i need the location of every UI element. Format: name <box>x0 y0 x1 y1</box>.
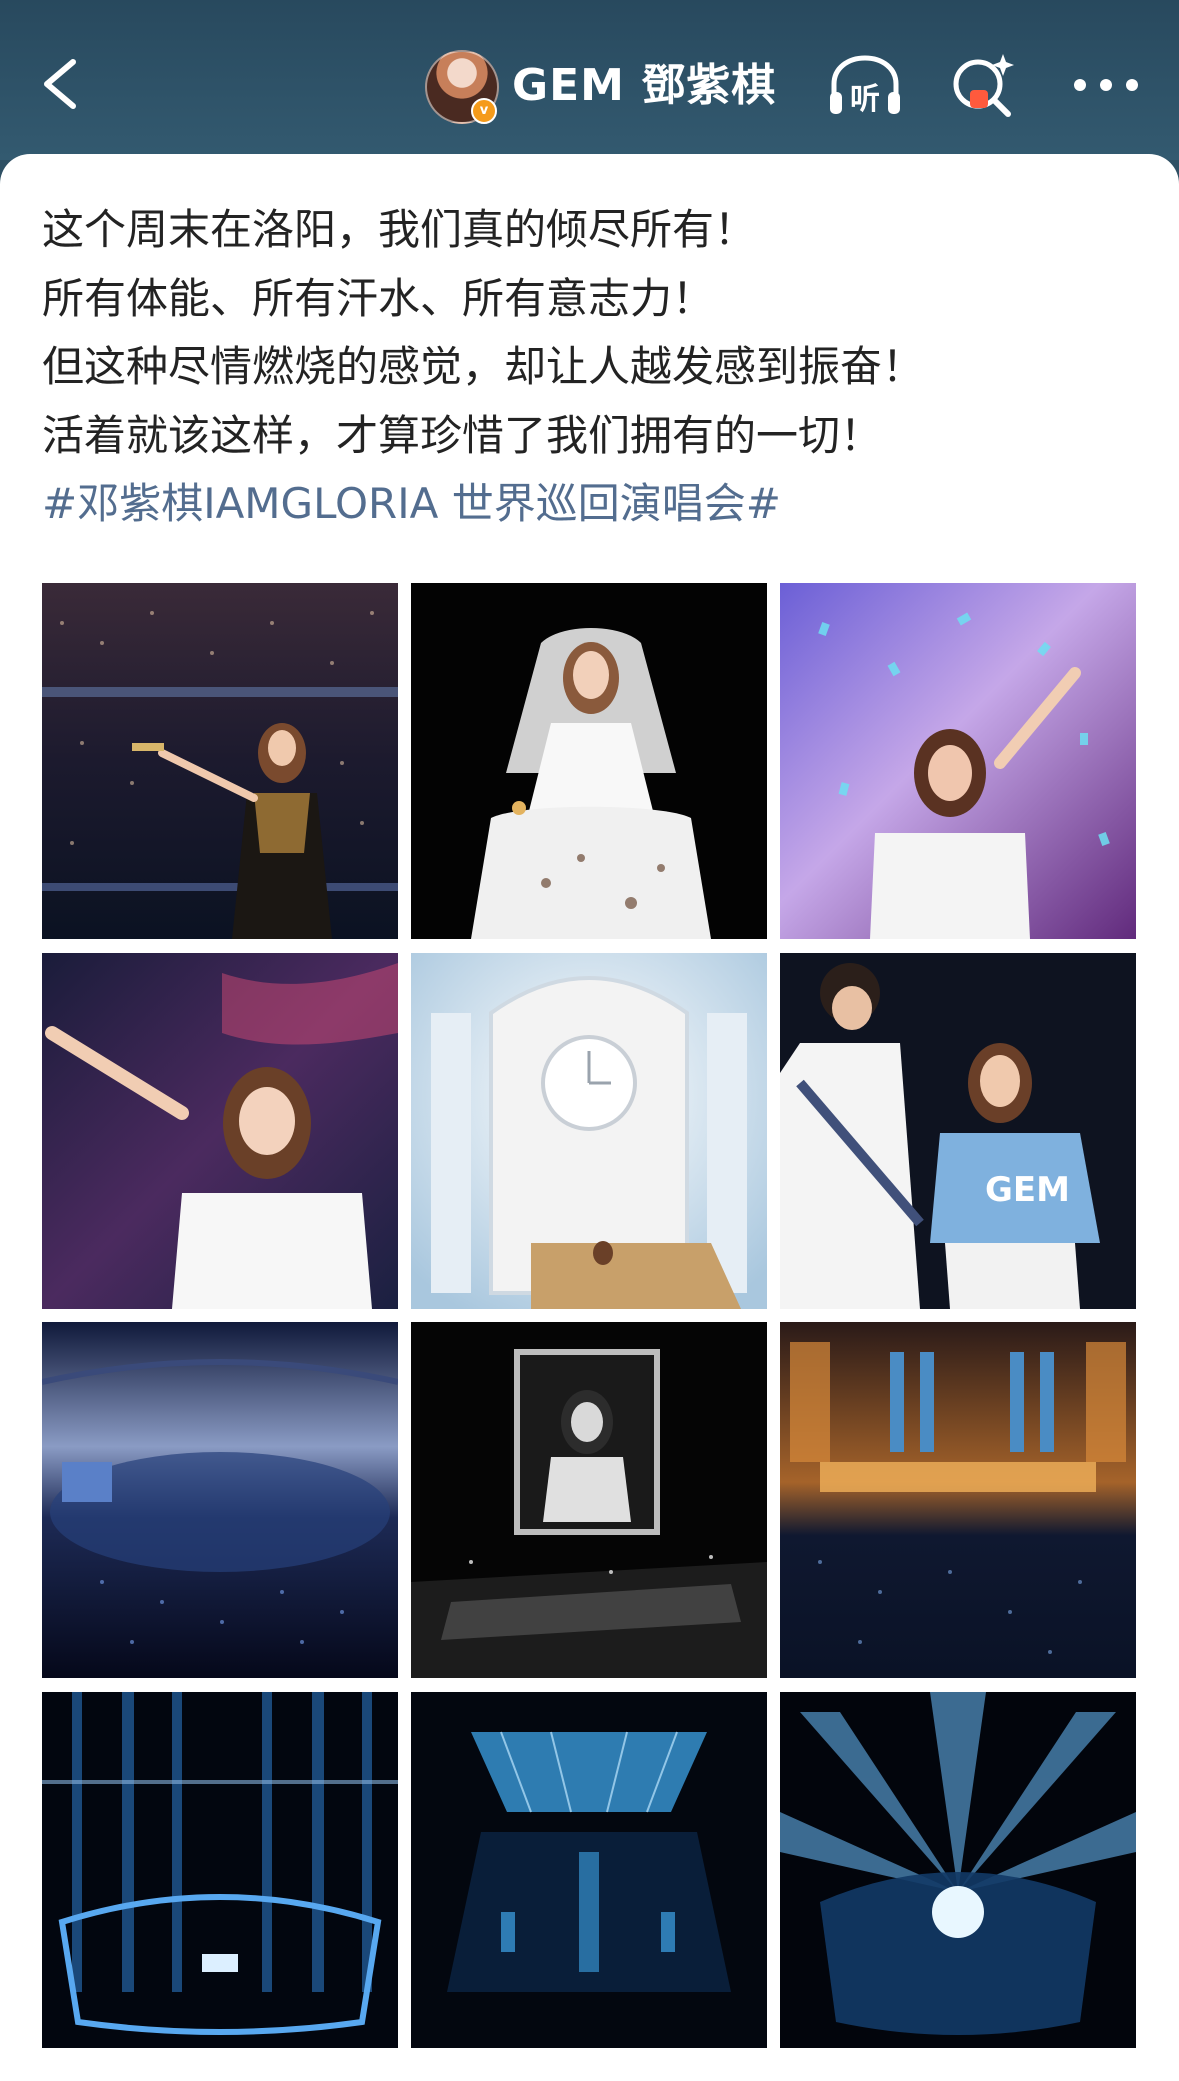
topic-hashtag-link[interactable]: #邓紫棋IAMGLORIA 世界巡回演唱会# <box>42 470 1142 539</box>
concert-photo: GEM <box>780 953 1136 1309</box>
post-line: 但这种尽情燃烧的感觉，却让人越发感到振奋！ <box>42 342 925 391</box>
photo-2[interactable] <box>411 583 767 939</box>
post-line: 所有体能、所有汗水、所有意志力！ <box>42 273 715 323</box>
post-line: 这个周末在洛阳，我们真的倾尽所有！ <box>42 205 757 254</box>
photo-3[interactable] <box>780 583 1136 939</box>
more-icon <box>1074 79 1138 91</box>
photo-5[interactable] <box>411 953 767 1309</box>
photo-4[interactable] <box>42 953 398 1309</box>
concert-photo <box>42 583 398 939</box>
photo-1[interactable] <box>42 583 398 939</box>
photo-9[interactable] <box>780 1322 1136 1678</box>
ai-search-icon <box>953 54 1014 117</box>
ai-search-button[interactable] <box>948 48 1020 122</box>
more-options-button[interactable] <box>1070 70 1142 100</box>
concert-photo <box>780 583 1136 939</box>
concert-photo <box>411 1692 767 2048</box>
concert-photo <box>42 953 398 1309</box>
concert-photo <box>411 583 767 939</box>
photo-grid: GEM <box>42 583 1137 2048</box>
username[interactable]: GEM 鄧紫棋 <box>512 58 776 114</box>
post-body: 这个周末在洛阳，我们真的倾尽所有！ 所有体能、所有汗水、所有意志力！ 但这种尽情燃烧… <box>42 196 1142 539</box>
chevron-left-icon <box>44 59 76 109</box>
photo-12[interactable] <box>780 1692 1136 2048</box>
listen-label: 听 <box>850 82 880 117</box>
photo-7[interactable] <box>42 1322 398 1678</box>
top-navigation-bar: v GEM 鄧紫棋 听 <box>0 0 1179 160</box>
photo-10[interactable] <box>42 1692 398 2048</box>
post-line: 活着就该这样，才算珍惜了我们拥有的一切！ <box>42 410 883 460</box>
concert-photo <box>411 1322 767 1678</box>
photo-6[interactable]: GEM <box>780 953 1136 1309</box>
svg-text:GEM: GEM <box>985 1170 1070 1210</box>
verified-badge-icon: v <box>471 98 497 124</box>
listen-icon: 听 <box>830 55 900 117</box>
concert-photo <box>780 1692 1136 2048</box>
photo-11[interactable] <box>411 1692 767 2048</box>
back-button[interactable] <box>30 48 90 120</box>
concert-photo <box>42 1322 398 1678</box>
concert-photo <box>780 1322 1136 1678</box>
listen-button[interactable]: 听 <box>824 50 906 122</box>
concert-photo <box>411 953 767 1309</box>
concert-photo <box>42 1692 398 2048</box>
photo-8[interactable] <box>411 1322 767 1678</box>
